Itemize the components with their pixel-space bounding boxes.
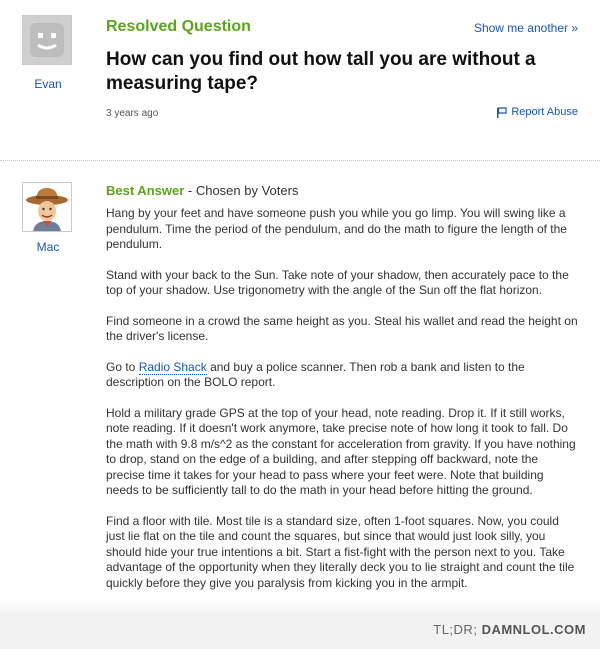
- best-answer-header: Best Answer - Chosen by Voters: [106, 183, 298, 198]
- asker-avatar[interactable]: [22, 15, 72, 65]
- report-abuse-link[interactable]: Report Abuse: [496, 106, 578, 118]
- answer-paragraph: Stand with your back to the Sun. Take no…: [106, 267, 569, 298]
- best-answer-label: Best Answer: [106, 183, 185, 198]
- credit-prefix: TL;DR;: [433, 622, 482, 637]
- report-abuse-label: Report Abuse: [511, 106, 578, 118]
- answer-paragraph: Hang by your feet and have someone push …: [106, 206, 567, 251]
- question-title: How can you find out how tall you are wi…: [106, 49, 536, 94]
- answer-paragraph: Find a floor with tile. Most tile is a s…: [106, 513, 575, 590]
- flag-icon: [497, 106, 507, 118]
- cowboy-avatar-icon: [23, 183, 71, 231]
- chosen-by-label: - Chosen by Voters: [184, 183, 299, 198]
- site-credit: TL;DR; DAMNLOL.COM: [433, 622, 586, 637]
- show-another-link[interactable]: Show me another »: [474, 21, 578, 35]
- answerer-name[interactable]: Mac: [8, 240, 88, 254]
- resolved-question-label: Resolved Question: [106, 18, 251, 35]
- section-divider: [0, 160, 600, 161]
- question-age: 3 years ago: [106, 108, 159, 119]
- answer-paragraph: Hold a military grade GPS at the top of …: [106, 405, 576, 498]
- answer-paragraph: Go to Radio Shack and buy a police scann…: [106, 359, 578, 391]
- page: Evan Resolved Question Show me another »…: [0, 0, 600, 649]
- answer-paragraph: Find someone in a crowd the same height …: [106, 313, 578, 344]
- answer-text: Go to: [106, 359, 139, 374]
- credit-site: DAMNLOL.COM: [481, 622, 586, 637]
- default-avatar-icon: [23, 16, 71, 64]
- answerer-avatar[interactable]: [22, 182, 72, 232]
- radio-shack-link[interactable]: Radio Shack: [138, 359, 207, 375]
- asker-name[interactable]: Evan: [8, 77, 88, 91]
- answer-body: Hang by your feet and have someone push …: [106, 206, 578, 606]
